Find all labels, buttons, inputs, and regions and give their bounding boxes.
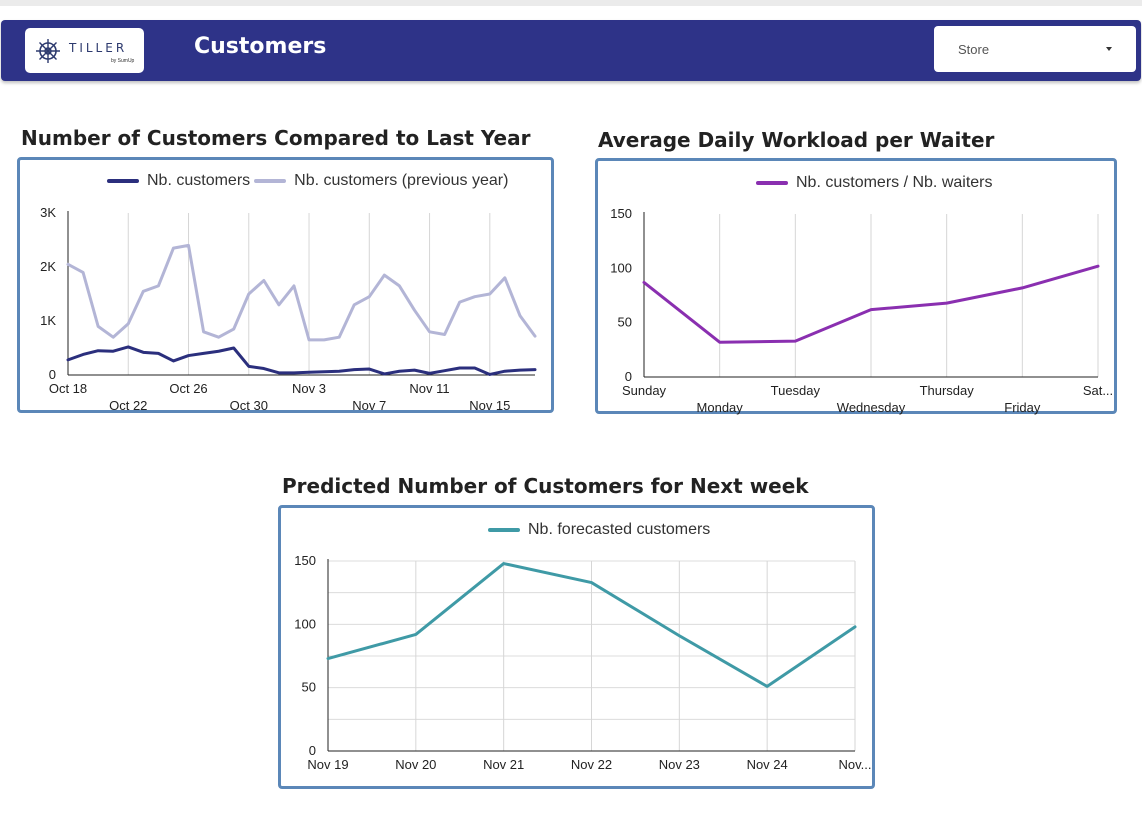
x-tick-label: Nov 3 (292, 381, 326, 396)
y-tick-label: 50 (302, 680, 316, 695)
x-tick-label: Oct 30 (230, 398, 268, 413)
chart-svg-forecast: 0 50 100 150 Nov 19 Nov 20 Nov 21 Nov 22 Nov 23 N… (294, 553, 872, 772)
x-tick-label: Oct 18 (49, 381, 87, 396)
tiller-logo[interactable]: TILLER by SumUp (25, 28, 144, 73)
store-dropdown[interactable]: Store (934, 26, 1136, 72)
x-tick-label: Nov 7 (352, 398, 386, 413)
x-tick-label: Nov 21 (483, 757, 524, 772)
caret-down-icon (1106, 47, 1112, 51)
ship-wheel-icon (36, 39, 60, 63)
x-tick-label: Nov 19 (307, 757, 348, 772)
chart-panel-customers-vs-last-year: Nb. customers Nb. customers (previous ye… (17, 157, 554, 413)
logo-subtext: by SumUp (111, 58, 135, 64)
x-tick-label: Friday (1004, 400, 1041, 415)
chart-svg-workload: 0 50 100 150 Sunday Monday Tuesday Wednesday Thu… (610, 206, 1113, 415)
x-tick-label: Oct 22 (109, 398, 147, 413)
x-tick-label: Nov 11 (409, 381, 449, 396)
y-tick-label: 0 (309, 743, 316, 758)
y-tick-label: 150 (294, 553, 316, 568)
chart-title-forecast: Predicted Number of Customers for Next w… (282, 474, 809, 498)
y-tick-label: 100 (294, 616, 316, 631)
y-tick-label: 50 (618, 315, 632, 330)
x-tick-label: Thursday (920, 383, 975, 398)
x-tick-label: Nov... (839, 757, 872, 772)
x-tick-label: Wednesday (837, 400, 906, 415)
x-tick-label: Sat... (1083, 383, 1113, 398)
chart-title-workload: Average Daily Workload per Waiter (598, 128, 995, 152)
x-tick-label: Nov 20 (395, 757, 436, 772)
dashboard-page: TILLER by SumUp Customers Store Number o… (0, 6, 1142, 836)
chart-title-customers-vs-last-year: Number of Customers Compared to Last Yea… (21, 126, 531, 150)
x-tick-label: Tuesday (771, 383, 821, 398)
series-line-nb-customers-previous-year (66, 243, 537, 342)
x-tick-label: Oct 26 (169, 381, 207, 396)
series-line-nb-customers (66, 345, 537, 376)
x-tick-label: Nov 15 (469, 398, 510, 413)
y-tick-label: 150 (610, 206, 632, 221)
y-tick-label: 3K (40, 205, 56, 220)
chart-panel-workload: Nb. customers / Nb. waiters 0 50 100 150 Sun… (595, 158, 1117, 415)
y-tick-label: 2K (40, 259, 56, 274)
y-tick-label: 0 (49, 367, 56, 382)
header-bar: TILLER by SumUp Customers Store (1, 20, 1141, 81)
y-tick-label: 1K (40, 313, 56, 328)
x-tick-label: Nov 23 (659, 757, 700, 772)
y-tick-label: 100 (610, 260, 632, 275)
y-tick-label: 0 (625, 369, 632, 384)
x-tick-label: Sunday (622, 383, 667, 398)
x-tick-label: Monday (697, 400, 744, 415)
x-tick-label: Nov 22 (571, 757, 612, 772)
logo-text: TILLER (69, 41, 128, 55)
chart-panel-forecast: Nb. forecasted customers 0 50 100 150 Nov 19… (278, 505, 875, 789)
x-tick-label: Nov 24 (747, 757, 788, 772)
page-title: Customers (194, 34, 327, 59)
chart-svg-customers-vs-last-year: 0 1K 2K 3K Oct 18 Oct 22 Oct 26 Oct 30 Nov 3 Nov … (40, 205, 537, 413)
store-dropdown-label: Store (958, 42, 990, 57)
